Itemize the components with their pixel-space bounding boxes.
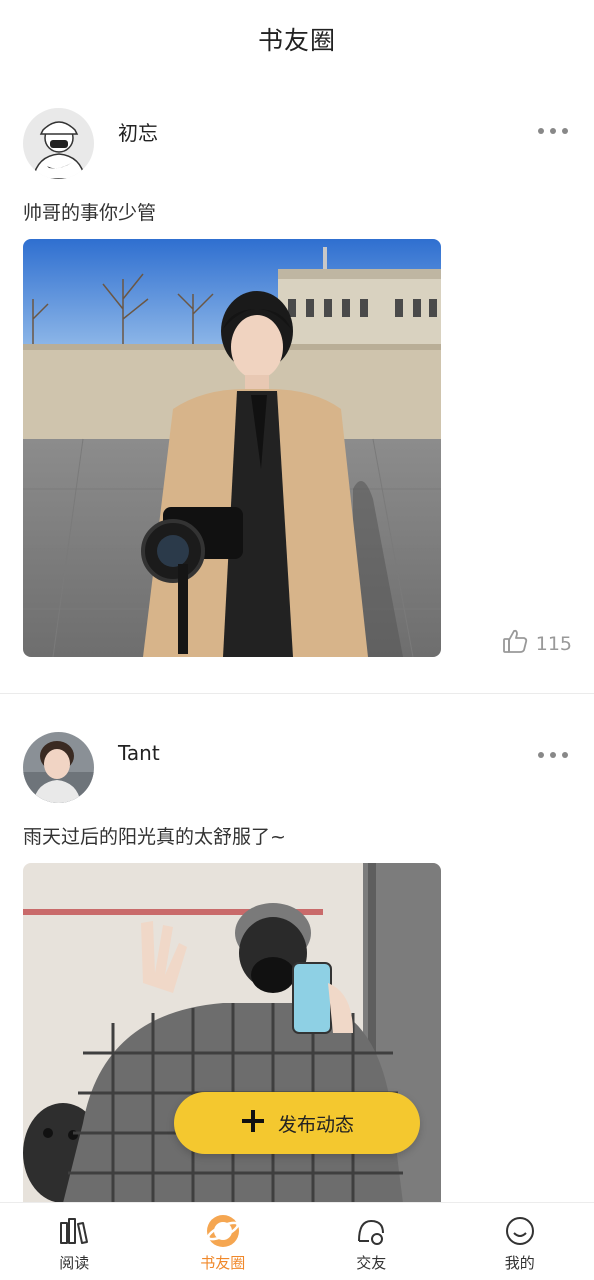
friends-icon: [353, 1213, 389, 1249]
more-options-icon[interactable]: [538, 750, 568, 760]
thumbs-up-icon: [502, 628, 528, 659]
publish-post-button[interactable]: 发布动态: [174, 1092, 420, 1154]
avatar[interactable]: [23, 732, 94, 803]
post-text: 帅哥的事你少管: [23, 202, 157, 224]
avatar[interactable]: [23, 108, 94, 179]
tab-label: 我的: [504, 1254, 535, 1272]
author-name[interactable]: Tant: [118, 741, 160, 765]
tab-label: 阅读: [59, 1254, 90, 1272]
author-name[interactable]: 初忘: [118, 117, 158, 146]
page-title: 书友圈: [257, 26, 336, 55]
tab-label: 交友: [356, 1254, 387, 1272]
like-count[interactable]: 115: [502, 628, 572, 659]
like-count-text: 115: [535, 632, 572, 655]
more-options-icon[interactable]: [538, 126, 568, 136]
publish-post-label: 发布动态: [277, 1113, 354, 1136]
app-header: 书友圈: [0, 0, 594, 78]
plus-icon: [240, 1108, 266, 1138]
tab-book-circle[interactable]: 书友圈: [149, 1203, 298, 1280]
tab-reading[interactable]: 阅读: [0, 1203, 149, 1280]
tab-me[interactable]: 我的: [446, 1203, 594, 1280]
bottom-tab-bar: 阅读 书友圈 交友 我的: [0, 1202, 594, 1280]
smiley-icon: [502, 1213, 538, 1249]
post-photo[interactable]: [23, 239, 441, 657]
post-text: 雨天过后的阳光真的太舒服了~: [23, 826, 286, 848]
tab-friends[interactable]: 交友: [297, 1203, 446, 1280]
bookshelf-icon: [56, 1213, 92, 1249]
tab-label: 书友圈: [200, 1254, 246, 1272]
planet-icon: [205, 1213, 241, 1249]
post-divider: [0, 693, 594, 694]
